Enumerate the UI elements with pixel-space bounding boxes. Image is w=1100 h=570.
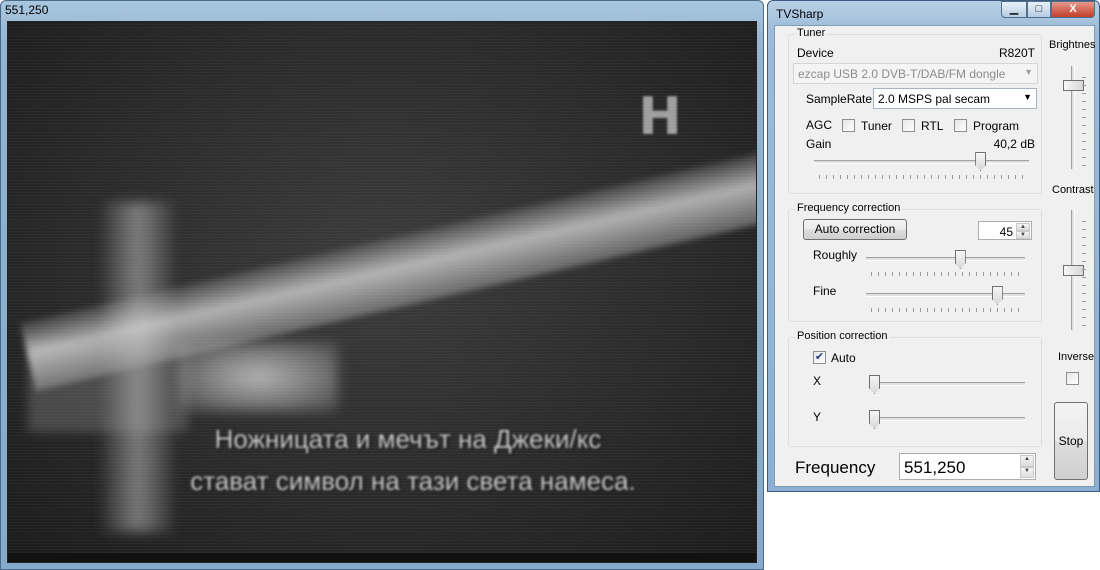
frequency-spinbox[interactable]: 551,250 ▲ ▼: [899, 453, 1036, 480]
inverse-label: Inverse: [1058, 351, 1095, 363]
fine-label: Fine: [813, 284, 837, 298]
frequency-value: 551,250: [904, 458, 966, 477]
x-label: X: [813, 374, 822, 388]
frequency-label: Frequency: [795, 458, 876, 477]
gain-slider-track[interactable]: [814, 160, 1029, 164]
video-bottom-bar: [8, 553, 756, 562]
arrow-up-icon[interactable]: ▲: [1020, 455, 1034, 467]
y-slider-thumb[interactable]: [869, 410, 880, 429]
video-window: 551,250 Н Ножницата и мечът на Джеки/кс …: [0, 0, 764, 570]
gain-label: Gain: [806, 137, 832, 151]
agc-label: AGC: [806, 118, 833, 132]
gain-slider-ticks: [819, 175, 1025, 179]
samplerate-select[interactable]: 2.0 MSPS pal secam ▼: [873, 88, 1037, 109]
arrow-down-icon[interactable]: ▼: [1020, 466, 1034, 478]
auto-position-label: Auto: [831, 351, 856, 365]
roughly-slider-track[interactable]: [866, 257, 1025, 261]
chevron-down-icon: ▼: [1023, 92, 1032, 102]
title-bar-buttons: ▁ □ X: [1001, 1, 1095, 18]
tuner-group-label: Tuner: [795, 27, 828, 39]
device-model: R820T: [998, 46, 1035, 60]
device-select[interactable]: ezcap USB 2.0 DVB-T/DAB/FM dongle ▼: [793, 63, 1038, 84]
device-select-value: ezcap USB 2.0 DVB-T/DAB/FM dongle: [798, 67, 1006, 81]
video-display: Н Ножницата и мечът на Джеки/кс стават с…: [7, 21, 757, 563]
position-correction-group: Position correction ✔ Auto X Y: [788, 330, 1042, 447]
arrow-up-icon[interactable]: ▲: [1016, 223, 1030, 231]
agc-program-checkbox[interactable]: [954, 119, 967, 132]
x-slider-track[interactable]: [869, 382, 1025, 386]
close-button[interactable]: X: [1051, 1, 1095, 18]
stop-button[interactable]: Stop: [1054, 402, 1088, 480]
roughly-slider-ticks: [871, 272, 1021, 276]
chevron-down-icon: ▼: [1024, 67, 1033, 77]
video-window-title: 551,250: [5, 3, 49, 17]
video-hand: [178, 342, 338, 412]
gain-slider-thumb[interactable]: [975, 152, 987, 171]
tvsharp-client-area: Tuner Device R820T ezcap USB 2.0 DVB-T/D…: [774, 25, 1095, 487]
samplerate-label: SampleRate: [806, 92, 873, 106]
correction-spinbox[interactable]: 45 ▲ ▼: [978, 221, 1032, 240]
y-slider-track[interactable]: [869, 417, 1025, 421]
agc-rtl-label: RTL: [921, 119, 944, 133]
auto-correction-button[interactable]: Auto correction: [803, 219, 907, 240]
inverse-checkbox[interactable]: [1066, 372, 1079, 385]
brightness-label: Brightnes: [1049, 39, 1096, 51]
agc-program-label: Program: [973, 119, 1020, 133]
agc-tuner-label: Tuner: [861, 119, 892, 133]
auto-position-checkbox[interactable]: ✔: [813, 351, 826, 364]
fine-slider-ticks: [871, 308, 1021, 312]
frequency-spin-arrows: ▲ ▼: [1020, 455, 1034, 478]
tvsharp-window-title: TVSharp: [776, 7, 824, 21]
contrast-slider-thumb[interactable]: [1063, 264, 1084, 276]
tuner-group: Tuner Device R820T ezcap USB 2.0 DVB-T/D…: [788, 27, 1042, 194]
fine-slider-thumb[interactable]: [991, 286, 1003, 305]
agc-tuner-checkbox[interactable]: [842, 119, 855, 132]
maximize-button[interactable]: □: [1027, 1, 1051, 18]
roughly-label: Roughly: [813, 248, 858, 262]
x-slider-thumb[interactable]: [869, 375, 880, 394]
agc-rtl-checkbox[interactable]: [902, 119, 915, 132]
arrow-down-icon[interactable]: ▼: [1016, 231, 1030, 239]
device-label: Device: [797, 46, 834, 60]
correction-spinbox-value: 45: [999, 225, 1013, 239]
correction-spin-arrows: ▲ ▼: [1016, 223, 1030, 239]
channel-logo: Н: [638, 87, 682, 147]
frequency-correction-group: Frequency correction Auto correction 45 …: [788, 202, 1042, 322]
tvsharp-window: TVSharp ▁ □ X Tuner Device R820T ezcap U…: [767, 0, 1100, 492]
contrast-label: Contrast: [1052, 184, 1094, 196]
y-label: Y: [813, 410, 822, 424]
frequency-correction-group-label: Frequency correction: [795, 202, 903, 214]
samplerate-select-value: 2.0 MSPS pal secam: [878, 92, 991, 106]
gain-value: 40,2 dB: [993, 137, 1035, 151]
roughly-slider-thumb[interactable]: [954, 250, 966, 269]
brightness-slider-thumb[interactable]: [1063, 79, 1084, 91]
position-correction-group-label: Position correction: [795, 330, 890, 342]
subtitle-line-2: стават символ на тази света намеса.: [190, 466, 636, 496]
subtitle-line-1: Ножницата и мечът на Джеки/кс: [214, 424, 602, 454]
minimize-button[interactable]: ▁: [1001, 1, 1027, 18]
contrast-slider-ticks: [1082, 214, 1086, 326]
brightness-slider-ticks: [1082, 70, 1086, 166]
